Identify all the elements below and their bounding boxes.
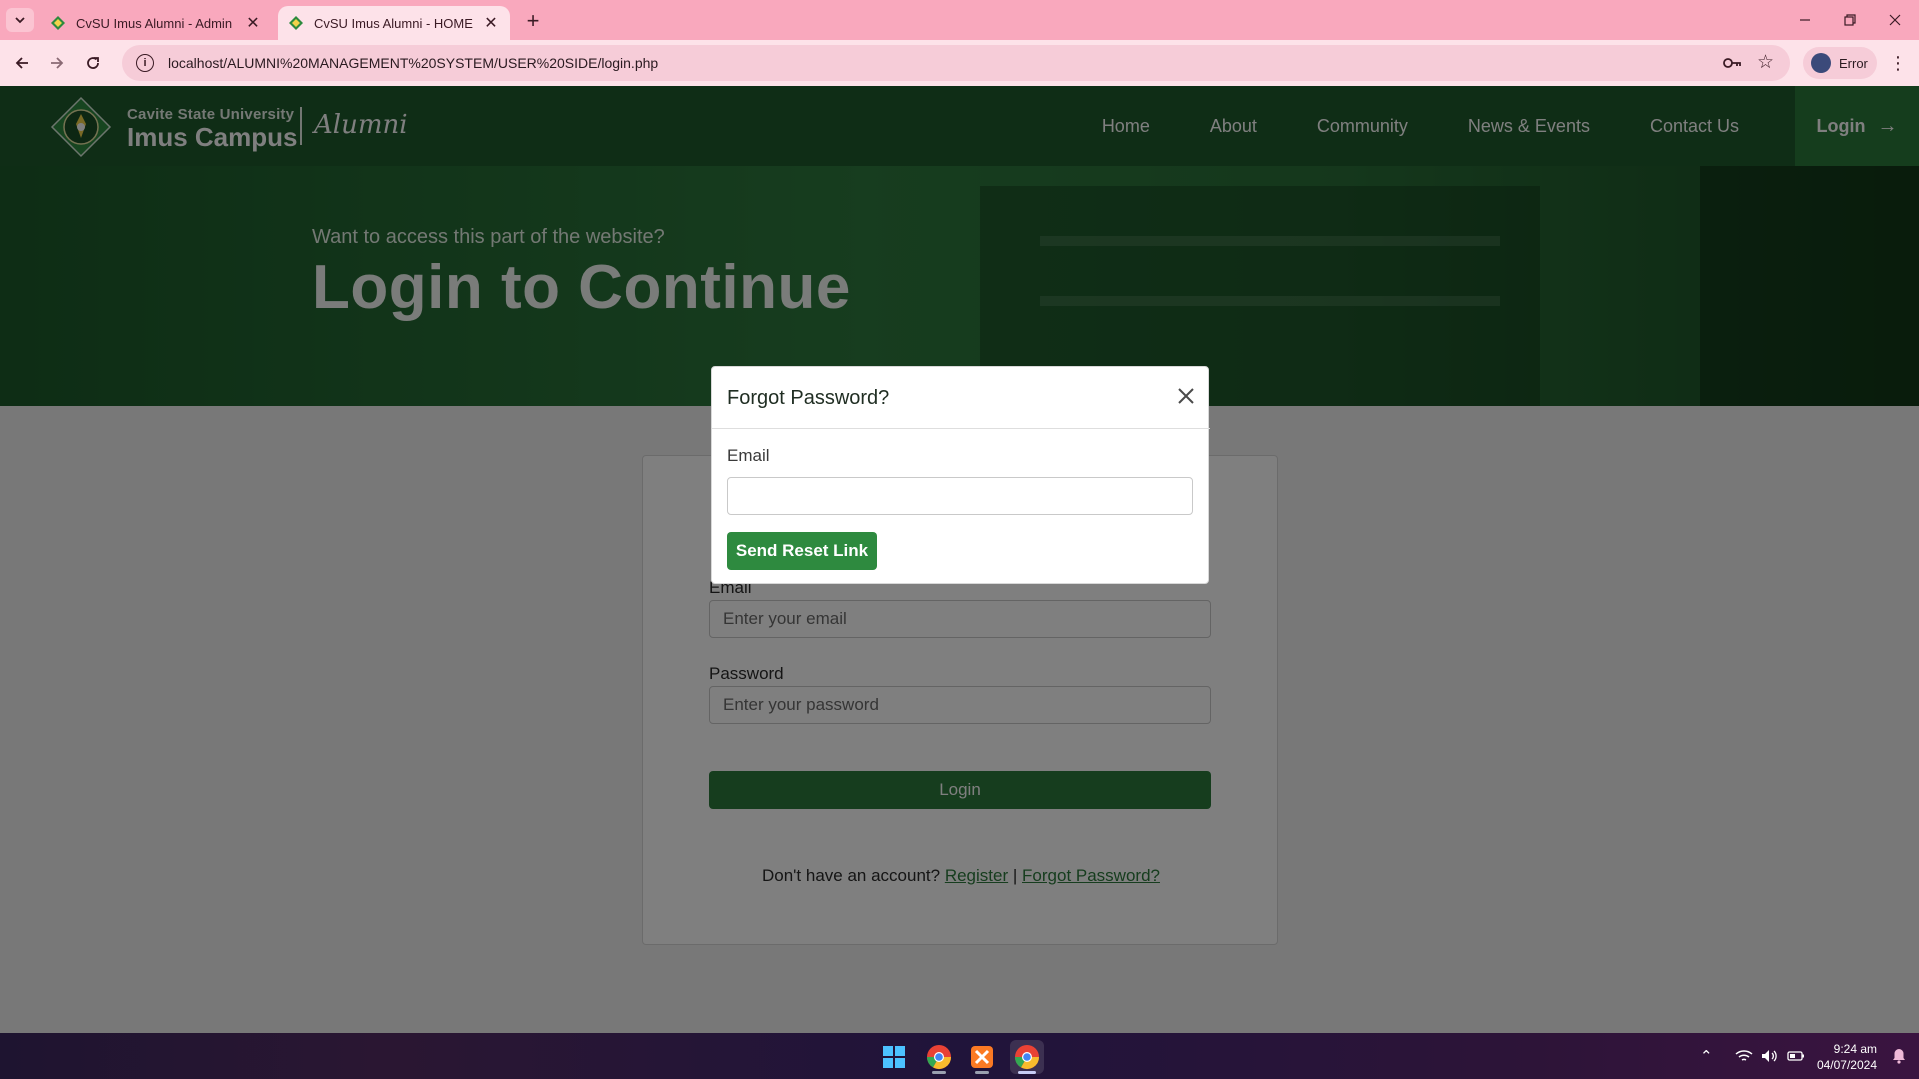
modal-header: Forgot Password? [712, 367, 1210, 429]
forgot-password-modal: Forgot Password? Email Send Reset Link [711, 366, 1210, 584]
notification-bell-icon[interactable] [1891, 1048, 1907, 1064]
chrome-logo-icon [927, 1045, 951, 1070]
xampp-icon[interactable] [965, 1040, 999, 1074]
running-indicator [932, 1071, 946, 1074]
close-icon [1889, 14, 1901, 26]
system-tray: ⌃ [1700, 1033, 1805, 1079]
minimize-button[interactable] [1783, 4, 1827, 36]
reset-email-input[interactable] [727, 477, 1193, 515]
new-tab-button[interactable]: + [520, 8, 546, 34]
close-window-button[interactable] [1873, 4, 1917, 36]
restore-button[interactable] [1828, 4, 1872, 36]
chevron-down-icon [15, 17, 25, 24]
restore-icon [1844, 14, 1856, 26]
tab-title: CvSU Imus Alumni - Admin [76, 15, 233, 31]
clock-time: 9:24 am [1833, 1042, 1877, 1056]
modal-title: Forgot Password? [727, 387, 890, 409]
clock-date: 04/07/2024 [1816, 1058, 1877, 1072]
close-icon[interactable]: ✕ [482, 14, 500, 32]
arrow-right-icon [51, 57, 64, 69]
reload-button[interactable] [79, 49, 107, 77]
site-info-icon[interactable]: i [136, 54, 154, 72]
reload-icon [87, 57, 99, 69]
back-button[interactable] [8, 49, 36, 77]
avatar [1811, 53, 1831, 73]
wifi-icon[interactable] [1735, 1049, 1753, 1063]
tab-admin[interactable]: CvSU Imus Alumni - Admin ✕ [40, 6, 272, 40]
browser-toolbar: i localhost/ALUMNI%20MANAGEMENT%20SYSTEM… [0, 40, 1919, 86]
close-icon[interactable]: ✕ [244, 14, 262, 32]
modal-email-label: Email [727, 446, 770, 465]
tab-home[interactable]: CvSU Imus Alumni - HOME ✕ [278, 6, 510, 40]
browser-tab-bar: CvSU Imus Alumni - Admin ✕ CvSU Imus Alu… [0, 0, 1919, 40]
profile-button[interactable]: Error [1803, 47, 1877, 79]
windows-start-icon[interactable] [877, 1040, 911, 1074]
battery-icon[interactable] [1786, 1049, 1805, 1063]
page-viewport: Cavite State University Imus Campus Alum… [0, 86, 1919, 1033]
tab-title: CvSU Imus Alumni - HOME [314, 15, 473, 31]
cvsu-favicon-icon [51, 16, 65, 30]
volume-icon[interactable] [1761, 1049, 1779, 1063]
system-clock[interactable]: 9:24 am 04/07/2024 [1817, 1041, 1877, 1073]
running-indicator [975, 1071, 989, 1074]
browser-menu-button[interactable]: ⋮ [1886, 50, 1910, 76]
forward-button[interactable] [43, 49, 71, 77]
xampp-logo-icon [971, 1046, 993, 1068]
chevron-up-icon[interactable]: ⌃ [1700, 1047, 1713, 1065]
cvsu-favicon-icon [289, 16, 303, 30]
chrome-dev-icon[interactable] [1010, 1040, 1044, 1074]
arrow-left-icon [15, 57, 28, 69]
send-reset-link-button[interactable]: Send Reset Link [727, 532, 877, 570]
running-indicator [1018, 1071, 1036, 1074]
bookmark-star-icon[interactable]: ☆ [1757, 51, 1774, 74]
windows-logo-icon [883, 1046, 905, 1068]
close-icon[interactable] [1174, 384, 1198, 408]
minimize-icon [1800, 19, 1810, 21]
address-bar[interactable]: i localhost/ALUMNI%20MANAGEMENT%20SYSTEM… [122, 45, 1790, 81]
chrome-profile-logo-icon [1015, 1045, 1039, 1070]
password-key-icon[interactable] [1722, 54, 1742, 72]
profile-label: Error [1839, 55, 1868, 71]
tab-search-button[interactable] [6, 8, 34, 32]
chrome-icon[interactable] [922, 1040, 956, 1074]
url-text: localhost/ALUMNI%20MANAGEMENT%20SYSTEM/U… [168, 55, 659, 71]
windows-taskbar: ⌃ 9:24 am 04/07/2024 [0, 1033, 1919, 1079]
